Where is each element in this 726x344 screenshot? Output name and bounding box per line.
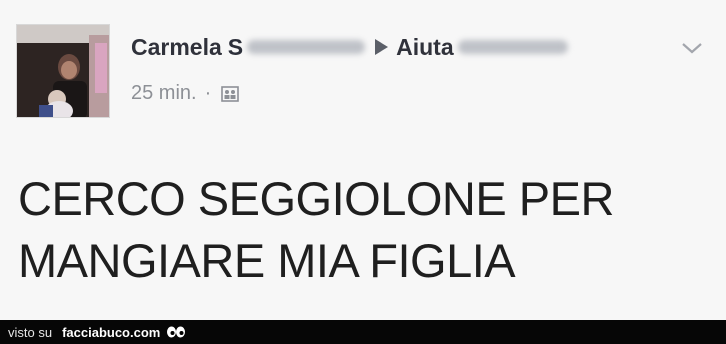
blurred-author-surname bbox=[247, 40, 366, 54]
group-name[interactable]: Aiuta bbox=[396, 34, 454, 61]
post-text-line: CERCO SEGGIOLONE PER bbox=[18, 172, 614, 225]
watermark-site: facciabuco.com bbox=[62, 324, 161, 340]
post-meta: 25 min. · bbox=[131, 82, 240, 105]
blurred-group-name bbox=[457, 40, 568, 54]
group-icon bbox=[221, 85, 240, 102]
avatar-photo bbox=[17, 25, 109, 117]
post-text-line: MANGIARE MIA FIGLIA bbox=[18, 234, 516, 287]
watermark-prefix: visto su bbox=[8, 324, 53, 340]
chevron-down-icon[interactable] bbox=[680, 38, 704, 58]
eyes-logo-icon bbox=[167, 326, 186, 338]
meta-separator: · bbox=[204, 82, 212, 104]
play-arrow-icon bbox=[375, 39, 389, 55]
profile-avatar[interactable] bbox=[16, 24, 110, 118]
author-name-initial[interactable]: S bbox=[228, 34, 243, 61]
post-body: CERCO SEGGIOLONE PER MANGIARE MIA FIGLIA bbox=[18, 168, 708, 292]
post-card: Carmela S Aiuta 25 min. · CERCO SEGGIOLO… bbox=[0, 0, 726, 320]
post-timestamp[interactable]: 25 min. bbox=[131, 82, 197, 105]
post-header: Carmela S Aiuta bbox=[131, 31, 572, 63]
author-name[interactable]: Carmela bbox=[131, 34, 222, 61]
watermark-bar: visto su facciabuco.com bbox=[0, 320, 726, 344]
